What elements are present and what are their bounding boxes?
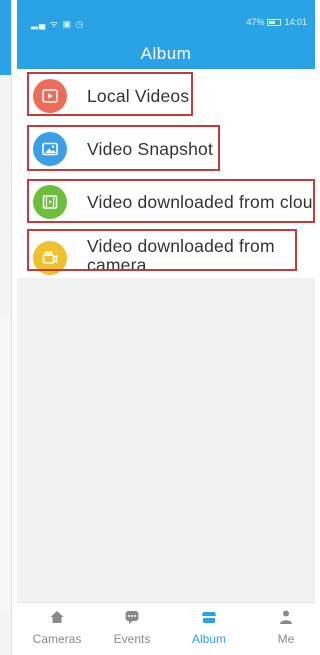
bottom-tab-bar: Cameras Events Album Me: [17, 602, 315, 655]
empty-content-area: [17, 278, 315, 602]
image-icon: [33, 132, 67, 166]
album-item-label: Video Snapshot: [87, 139, 214, 159]
album-item-local-videos[interactable]: Local Videos: [17, 69, 315, 122]
camera-icon: [33, 241, 67, 275]
previous-screen-header: [0, 0, 11, 75]
album-item-video-snapshot[interactable]: Video Snapshot: [17, 122, 315, 175]
tab-label: Cameras: [32, 632, 82, 646]
tab-label: Events: [113, 632, 151, 646]
chat-icon: [124, 609, 140, 625]
previous-screen-strip: [0, 0, 12, 655]
album-item-label: Video downloaded from cloud: [87, 192, 315, 212]
album-icon: [201, 609, 217, 625]
home-icon: [49, 609, 65, 625]
album-item-label: Local Videos: [87, 86, 190, 106]
person-icon: [278, 609, 294, 625]
tab-album[interactable]: Album: [174, 603, 244, 655]
status-right: 47% 14:01: [246, 17, 307, 27]
status-icons: ▂▄ ᯤ ▣ ◷: [31, 19, 85, 29]
play-video-icon: [33, 79, 67, 113]
album-item-cloud-downloads[interactable]: Video downloaded from cloud: [17, 175, 315, 228]
page-title: Album: [140, 44, 192, 63]
battery-icon: [267, 18, 282, 26]
battery-percent: 47%: [246, 17, 265, 27]
tab-events[interactable]: Events: [97, 603, 167, 655]
tab-label: Me: [277, 632, 295, 646]
previous-screen-panel: [0, 318, 11, 610]
phone-screen: ▂▄ ᯤ ▣ ◷ 47% 14:01 Album Local Videos Vi…: [17, 0, 315, 655]
album-item-label: Video downloaded from camera.: [87, 236, 275, 275]
album-list: Local Videos Video Snapshot Video downlo…: [17, 69, 315, 288]
status-bar: ▂▄ ᯤ ▣ ◷ 47% 14:01: [17, 0, 315, 36]
tab-label: Album: [191, 632, 226, 646]
status-time: 14:01: [284, 17, 307, 27]
tab-cameras[interactable]: Cameras: [22, 603, 92, 655]
app-header: Album: [17, 36, 315, 69]
film-strip-icon: [33, 185, 67, 219]
tab-me[interactable]: Me: [251, 603, 315, 655]
